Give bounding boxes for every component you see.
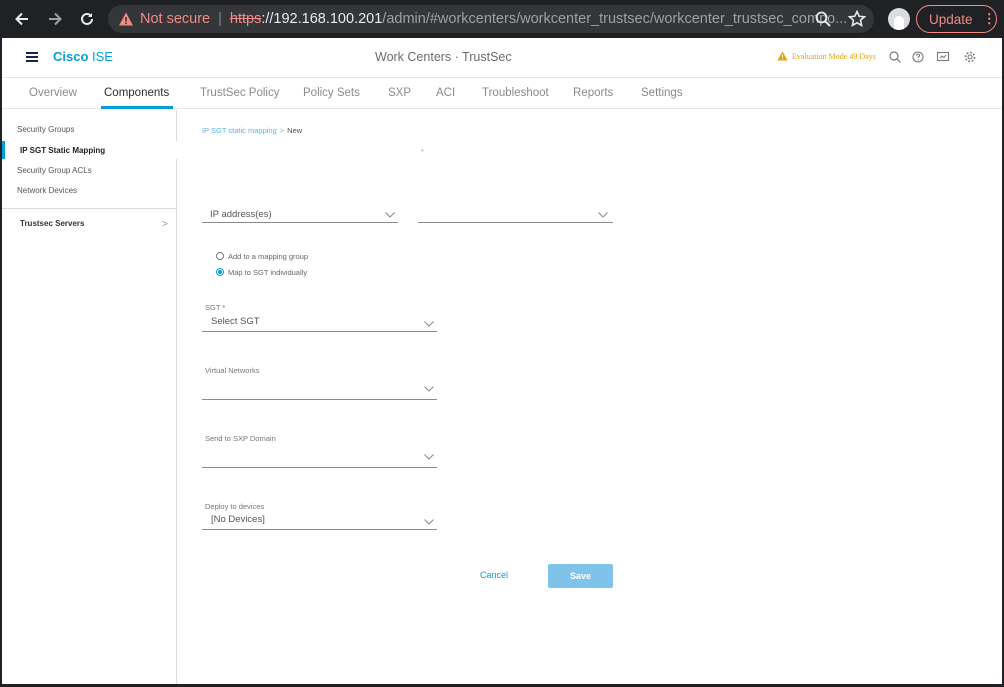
breadcrumb-separator: > [279, 126, 285, 135]
deploy-devices-label: Deploy to devices [205, 502, 265, 511]
address-bar[interactable]: Not secure | https://192.168.100.201/adm… [108, 5, 874, 33]
profile-avatar[interactable] [888, 8, 910, 30]
sidebar-item-security-group-acls[interactable]: Security Group ACLs [17, 166, 92, 175]
decorative-dot: · [924, 214, 926, 220]
tab-troubleshoot[interactable]: Troubleshoot [482, 87, 549, 99]
sidebar-item-network-devices[interactable]: Network Devices [17, 186, 77, 195]
more-menu-icon: ⋮ [982, 11, 997, 26]
url-path: /admin/#workcenters/workcenter_trustsec/… [382, 11, 848, 27]
main-content: IP SGT static mapping > New IP address(es)… [178, 110, 1002, 684]
radio-map-individually[interactable] [216, 268, 224, 276]
chevron-down-icon[interactable] [598, 212, 608, 218]
radio-add-to-group-label: Add to a mapping group [228, 252, 309, 261]
url-host: ://192.168.100.201 [261, 11, 383, 27]
sxp-domain-label: Send to SXP Domain [205, 434, 276, 443]
radio-map-individually-label: Map to SGT individually [228, 268, 308, 277]
active-tab-indicator [101, 106, 173, 109]
evaluation-text: Evaluation Mode 49 Days [792, 51, 876, 61]
chevron-down-icon[interactable] [424, 386, 434, 392]
virtual-networks-select[interactable] [205, 382, 435, 394]
chevron-down-icon[interactable] [424, 321, 434, 327]
sxp-domain-select[interactable] [205, 450, 435, 462]
sxp-domain-underline [202, 467, 437, 468]
tab-aci[interactable]: ACI [436, 87, 455, 99]
deploy-devices-select[interactable]: [No Devices] [211, 514, 265, 525]
tab-settings[interactable]: Settings [641, 87, 683, 99]
ise-header: Cisco ISE Work Centers · TrustSec Evalua… [2, 38, 1002, 78]
virtual-networks-label: Virtual Networks [205, 366, 260, 375]
notifications-icon[interactable] [936, 50, 950, 64]
address-separator: | [218, 11, 222, 27]
chevron-down-icon[interactable] [424, 519, 434, 525]
ip-address-input[interactable] [418, 209, 610, 221]
update-label: Update [929, 11, 973, 27]
back-icon[interactable] [11, 8, 33, 30]
brand-logo: Cisco ISE [53, 49, 113, 64]
ise-page: Cisco ISE Work Centers · TrustSec Evalua… [2, 38, 1002, 684]
breadcrumb: IP SGT static mapping > New [202, 126, 302, 135]
sgt-label: SGT * [205, 303, 226, 312]
sidebar-active-indicator [2, 141, 5, 159]
ip-required-marker: * [421, 149, 424, 156]
radio-add-to-group[interactable] [216, 252, 224, 260]
update-button[interactable]: Update ⋮ [916, 5, 997, 33]
url-protocol: https [229, 11, 262, 27]
tab-reports[interactable]: Reports [573, 87, 613, 99]
sidebar-item-security-groups[interactable]: Security Groups [17, 125, 74, 134]
bookmark-star-icon[interactable] [848, 10, 866, 28]
sidebar: Security Groups IP SGT Static Mapping Se… [2, 110, 177, 684]
hamburger-menu-icon[interactable] [26, 52, 38, 62]
gear-icon[interactable] [963, 50, 977, 64]
reload-icon[interactable] [76, 8, 98, 30]
chevron-down-icon[interactable] [424, 454, 434, 460]
tab-components[interactable]: Components [104, 87, 169, 99]
zoom-icon[interactable] [814, 10, 832, 28]
sgt-underline [202, 331, 437, 332]
save-button[interactable]: Save [548, 564, 613, 588]
sidebar-item-trustsec-servers[interactable]: Trustsec Servers [20, 219, 85, 228]
search-icon[interactable] [888, 50, 902, 64]
evaluation-badge[interactable]: Evaluation Mode 49 Days [777, 51, 876, 61]
tab-policy-sets[interactable]: Policy Sets [303, 87, 360, 99]
browser-toolbar: Not secure | https://192.168.100.201/adm… [0, 0, 1004, 38]
page-title: Work Centers · TrustSec [375, 50, 512, 64]
sidebar-item-ip-sgt-static-mapping[interactable]: IP SGT Static Mapping [20, 146, 105, 155]
tab-sxp[interactable]: SXP [388, 87, 411, 99]
ip-address-underline [418, 222, 613, 223]
virtual-networks-underline [202, 399, 437, 400]
cancel-button[interactable]: Cancel [480, 570, 508, 580]
chevron-right-icon[interactable]: > [162, 219, 168, 230]
breadcrumb-current: New [287, 126, 303, 135]
deploy-devices-underline [202, 529, 437, 530]
ip-type-select[interactable]: IP address(es) [210, 209, 272, 220]
help-icon[interactable] [911, 50, 925, 64]
warning-icon [777, 51, 788, 61]
forward-icon[interactable] [44, 8, 66, 30]
tab-overview[interactable]: Overview [29, 87, 77, 99]
sidebar-divider [2, 208, 177, 209]
ip-type-underline [202, 222, 398, 223]
breadcrumb-parent-link[interactable]: IP SGT static mapping [202, 126, 277, 135]
tab-trustsec-policy[interactable]: TrustSec Policy [200, 87, 279, 99]
not-secure-label: Not secure [140, 11, 211, 27]
chevron-down-icon[interactable] [385, 212, 395, 218]
sgt-select[interactable]: Select SGT [211, 316, 260, 327]
warning-icon [119, 12, 133, 26]
top-tab-bar: Overview Components TrustSec Policy Poli… [2, 78, 1002, 109]
